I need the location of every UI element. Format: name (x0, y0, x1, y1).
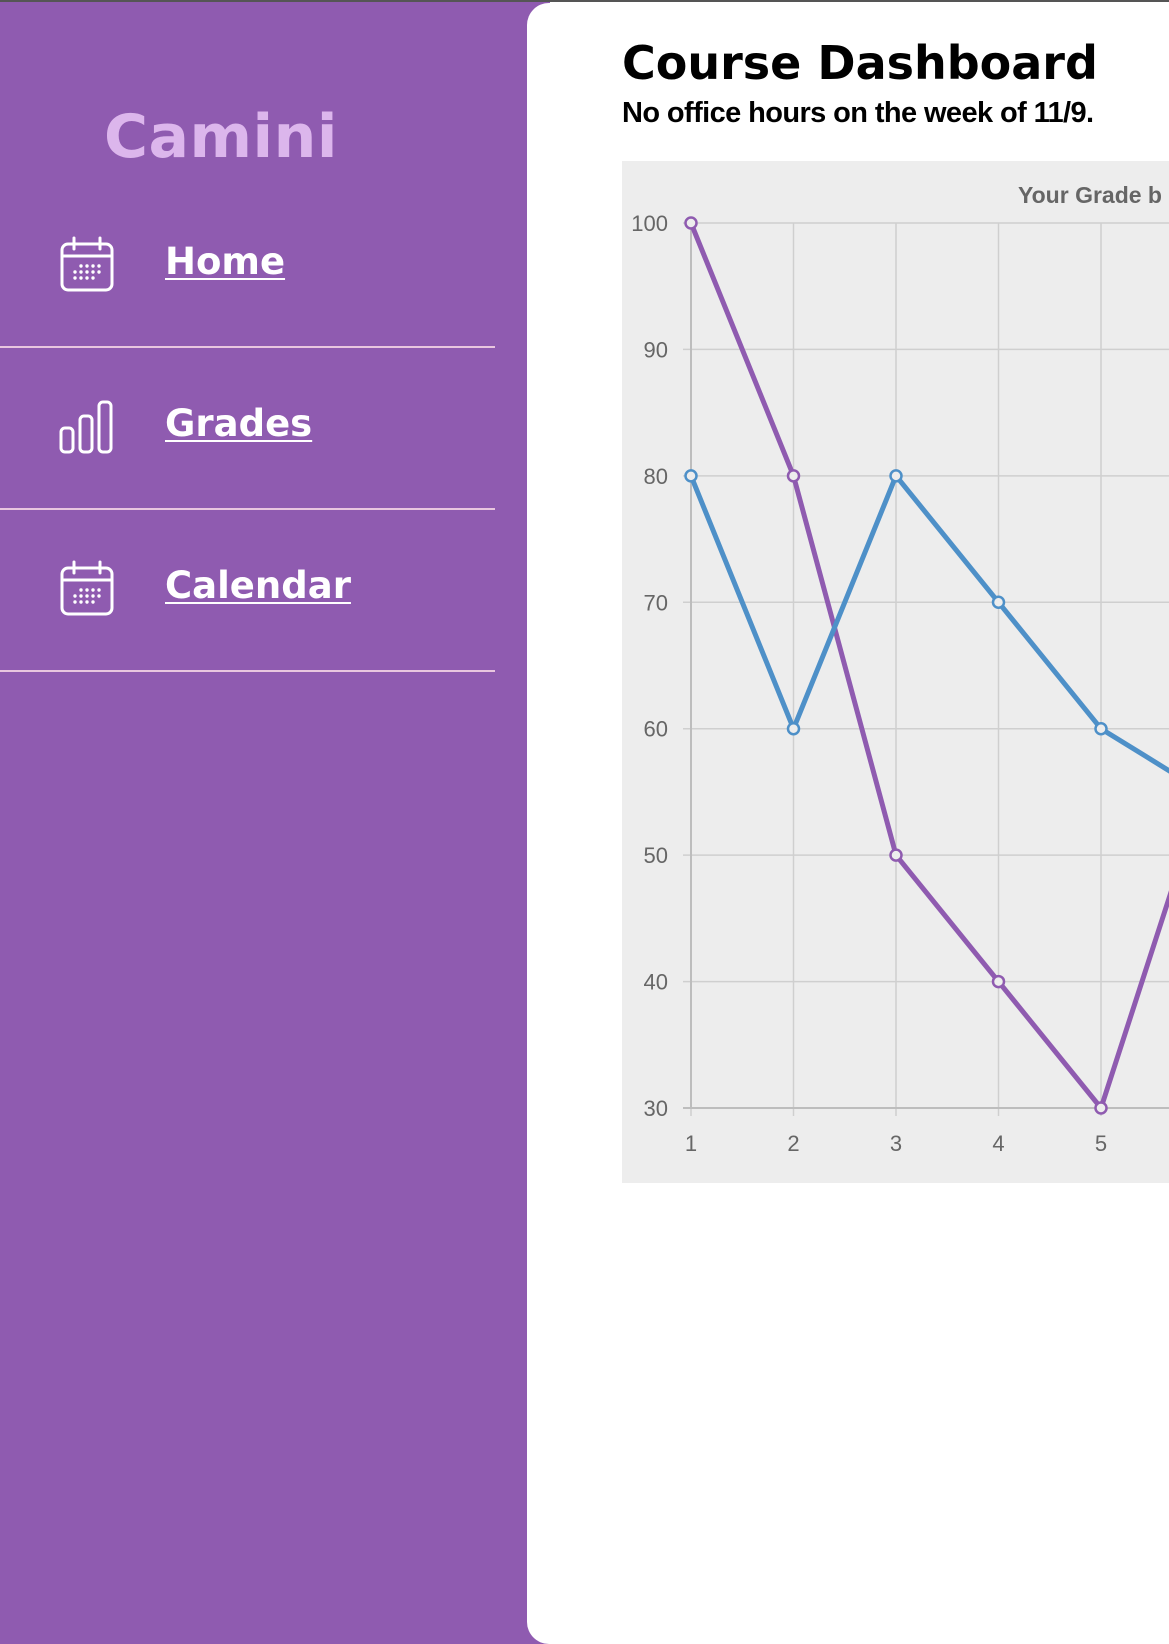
x-tick-label: 3 (890, 1131, 902, 1156)
sidebar-item-label[interactable]: Calendar (165, 562, 351, 610)
data-point (1094, 1101, 1108, 1115)
y-tick-label: 70 (644, 590, 668, 615)
bar-chart-icon (59, 400, 113, 454)
grade-chart: 30 40 50 60 70 80 90 100 1 2 3 4 5 Your Grade b (622, 161, 1169, 1183)
office-hours-notice: No office hours on the week of 11/9. (622, 97, 1094, 129)
data-point (889, 469, 903, 483)
y-tick-label: 90 (644, 337, 668, 362)
data-point (991, 974, 1006, 989)
sidebar-item-label[interactable]: Home (165, 238, 285, 286)
sidebar-item-home[interactable]: Home (0, 188, 495, 348)
x-tick-label: 1 (685, 1131, 697, 1156)
calendar-icon (60, 560, 114, 616)
brand-logo[interactable]: Camini (104, 102, 338, 172)
sidebar-item-grades[interactable]: Grades (0, 350, 495, 510)
y-tick-label: 40 (644, 970, 668, 995)
data-point (786, 721, 801, 736)
y-tick-label: 50 (644, 843, 668, 868)
data-point (786, 469, 801, 483)
data-point (991, 595, 1006, 610)
x-tick-label: 4 (992, 1131, 1004, 1156)
data-point (1094, 721, 1108, 736)
y-tick-label: 30 (644, 1096, 668, 1121)
calendar-icon (60, 236, 114, 292)
y-tick-label: 80 (644, 464, 668, 489)
chart-title: Your Grade b (1018, 182, 1162, 208)
data-point (684, 216, 698, 230)
y-tick-label: 60 (644, 717, 668, 742)
data-point (889, 848, 903, 862)
x-tick-label: 5 (1095, 1131, 1107, 1156)
sidebar: Camini Home Grades Calendar (0, 2, 550, 1644)
sidebar-item-label[interactable]: Grades (165, 400, 312, 448)
y-tick-label: 100 (631, 211, 668, 236)
x-tick-label: 2 (787, 1131, 799, 1156)
sidebar-item-calendar[interactable]: Calendar (0, 512, 495, 672)
page-title: Course Dashboard (622, 36, 1098, 90)
grade-chart-svg: 30 40 50 60 70 80 90 100 1 2 3 4 5 Your Grade b (622, 161, 1169, 1183)
data-point (684, 469, 698, 483)
